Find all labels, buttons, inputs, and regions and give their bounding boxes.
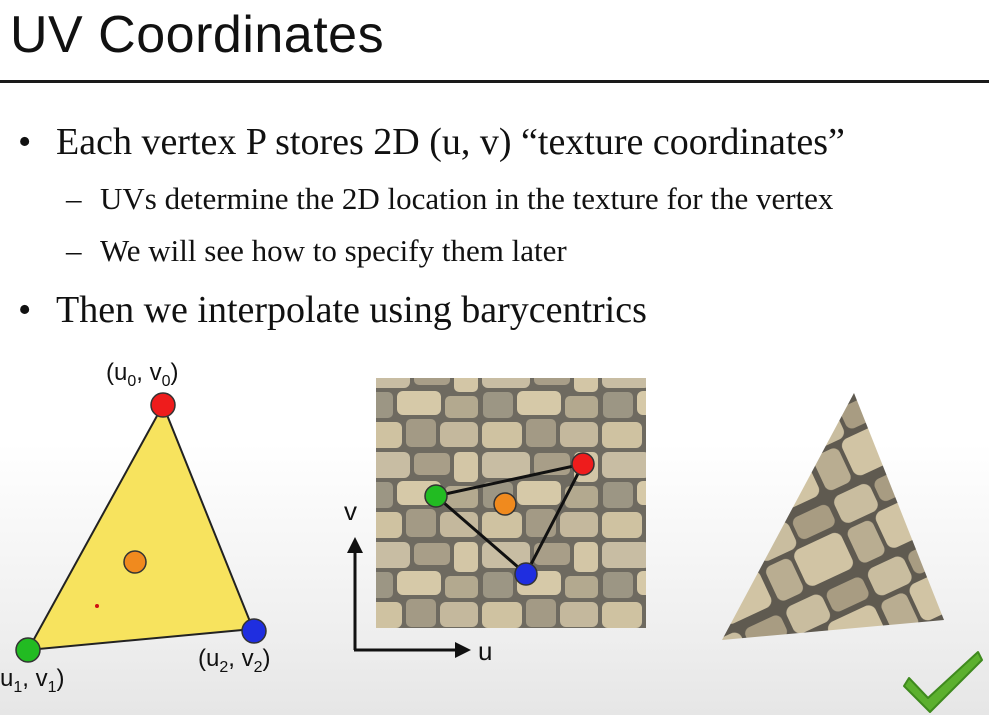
vertex-v2-label: (u2, v2) <box>198 645 271 676</box>
v-axis-arrowhead <box>347 537 363 553</box>
vertex-v1-marker <box>15 637 41 663</box>
checkmark-icon <box>903 651 983 713</box>
textured-triangle <box>722 393 944 640</box>
yellow-triangle <box>26 402 255 652</box>
vertex-v0-label: (u0, v0) <box>106 359 179 390</box>
vertex-v1-label: u1, v1) <box>0 665 65 696</box>
uv-diagram: (u0, v0) u1, v1) (u2, v2) v u <box>0 359 983 713</box>
vertex-v0-marker <box>150 392 176 418</box>
vertex-v2-marker <box>241 618 267 644</box>
uv-interior-point-marker <box>493 492 517 516</box>
v-axis-label: v <box>344 496 357 526</box>
uv-vertex-v1-marker <box>424 484 448 508</box>
uv-vertex-v0-marker <box>571 452 595 476</box>
u-axis-arrowhead <box>455 642 471 658</box>
uv-vertex-v2-marker <box>514 562 538 586</box>
interior-point-marker <box>123 550 147 574</box>
small-red-dot <box>95 604 99 608</box>
u-axis-label: u <box>478 636 492 666</box>
